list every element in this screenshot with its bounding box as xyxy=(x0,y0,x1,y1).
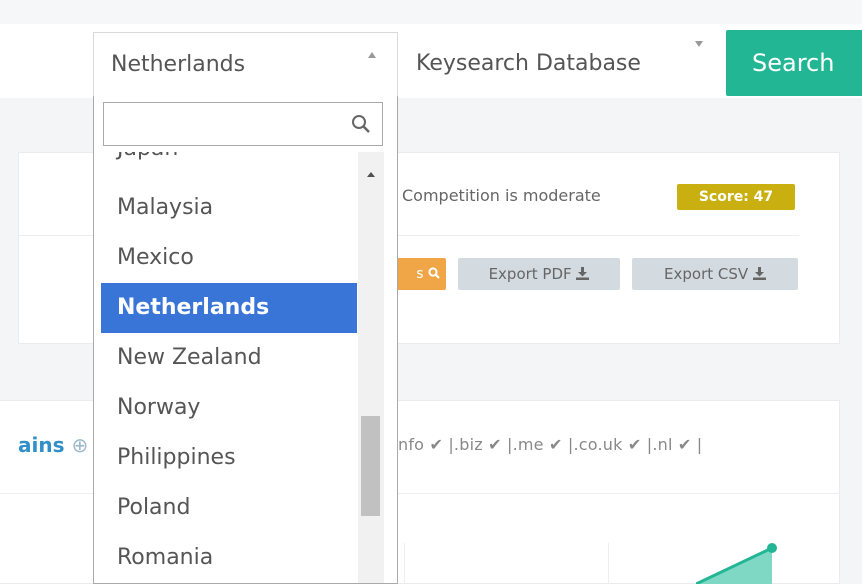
search-button[interactable]: Search xyxy=(726,30,862,96)
dropdown-option[interactable]: Mexico xyxy=(101,233,357,283)
chart-gridline xyxy=(404,543,405,584)
dropdown-search-input[interactable] xyxy=(104,103,344,145)
search-icon xyxy=(428,267,440,279)
dropdown-options: Japan Malaysia Mexico Netherlands New Ze… xyxy=(101,152,357,583)
top-bar xyxy=(0,0,862,24)
database-select-value: Keysearch Database xyxy=(416,51,641,76)
info-icon: ⊕ xyxy=(71,433,89,457)
chevron-down-icon[interactable] xyxy=(695,41,703,47)
chevron-up-icon[interactable] xyxy=(368,52,376,58)
dropdown-option[interactable]: Romania xyxy=(101,533,357,583)
download-icon xyxy=(576,267,590,280)
export-csv-label: Export CSV xyxy=(664,265,749,283)
trend-chart xyxy=(696,543,777,584)
database-select[interactable]: Keysearch Database xyxy=(399,32,722,96)
dropdown-option[interactable]: Malaysia xyxy=(101,183,357,233)
dropdown-option[interactable]: Norway xyxy=(101,383,357,433)
scrollbar-thumb[interactable] xyxy=(361,416,380,516)
domains-heading-text: ains xyxy=(18,433,65,457)
dropdown-search-field[interactable] xyxy=(103,102,383,146)
search-icon xyxy=(352,115,370,133)
dropdown-option[interactable]: New Zealand xyxy=(101,333,357,383)
country-select-value: Netherlands xyxy=(111,52,246,77)
download-icon xyxy=(752,267,766,280)
dropdown-option[interactable]: Poland xyxy=(101,483,357,533)
export-pdf-label: Export PDF xyxy=(488,265,572,283)
find-button-label: s xyxy=(416,266,424,282)
domains-heading[interactable]: ains ⊕ xyxy=(18,433,88,457)
trend-point xyxy=(767,543,777,553)
country-dropdown: Japan Malaysia Mexico Netherlands New Ze… xyxy=(93,96,398,584)
export-csv-button[interactable]: Export CSV xyxy=(632,258,798,290)
scroll-up-icon[interactable] xyxy=(367,172,375,177)
export-pdf-button[interactable]: Export PDF xyxy=(458,258,620,290)
dropdown-option[interactable]: Philippines xyxy=(101,433,357,483)
dropdown-option[interactable]: Japan xyxy=(101,152,357,174)
score-badge: Score: 47 xyxy=(677,184,795,210)
country-select[interactable]: Netherlands xyxy=(93,32,398,96)
dropdown-option-selected[interactable]: Netherlands xyxy=(101,283,357,333)
competition-text: Competition is moderate xyxy=(402,186,601,205)
dropdown-scrollbar[interactable] xyxy=(358,152,384,583)
chart-gridline xyxy=(608,543,609,584)
tld-availability: nfo ✔ |.biz ✔ |.me ✔ |.co.uk ✔ |.nl ✔ | xyxy=(398,435,703,454)
